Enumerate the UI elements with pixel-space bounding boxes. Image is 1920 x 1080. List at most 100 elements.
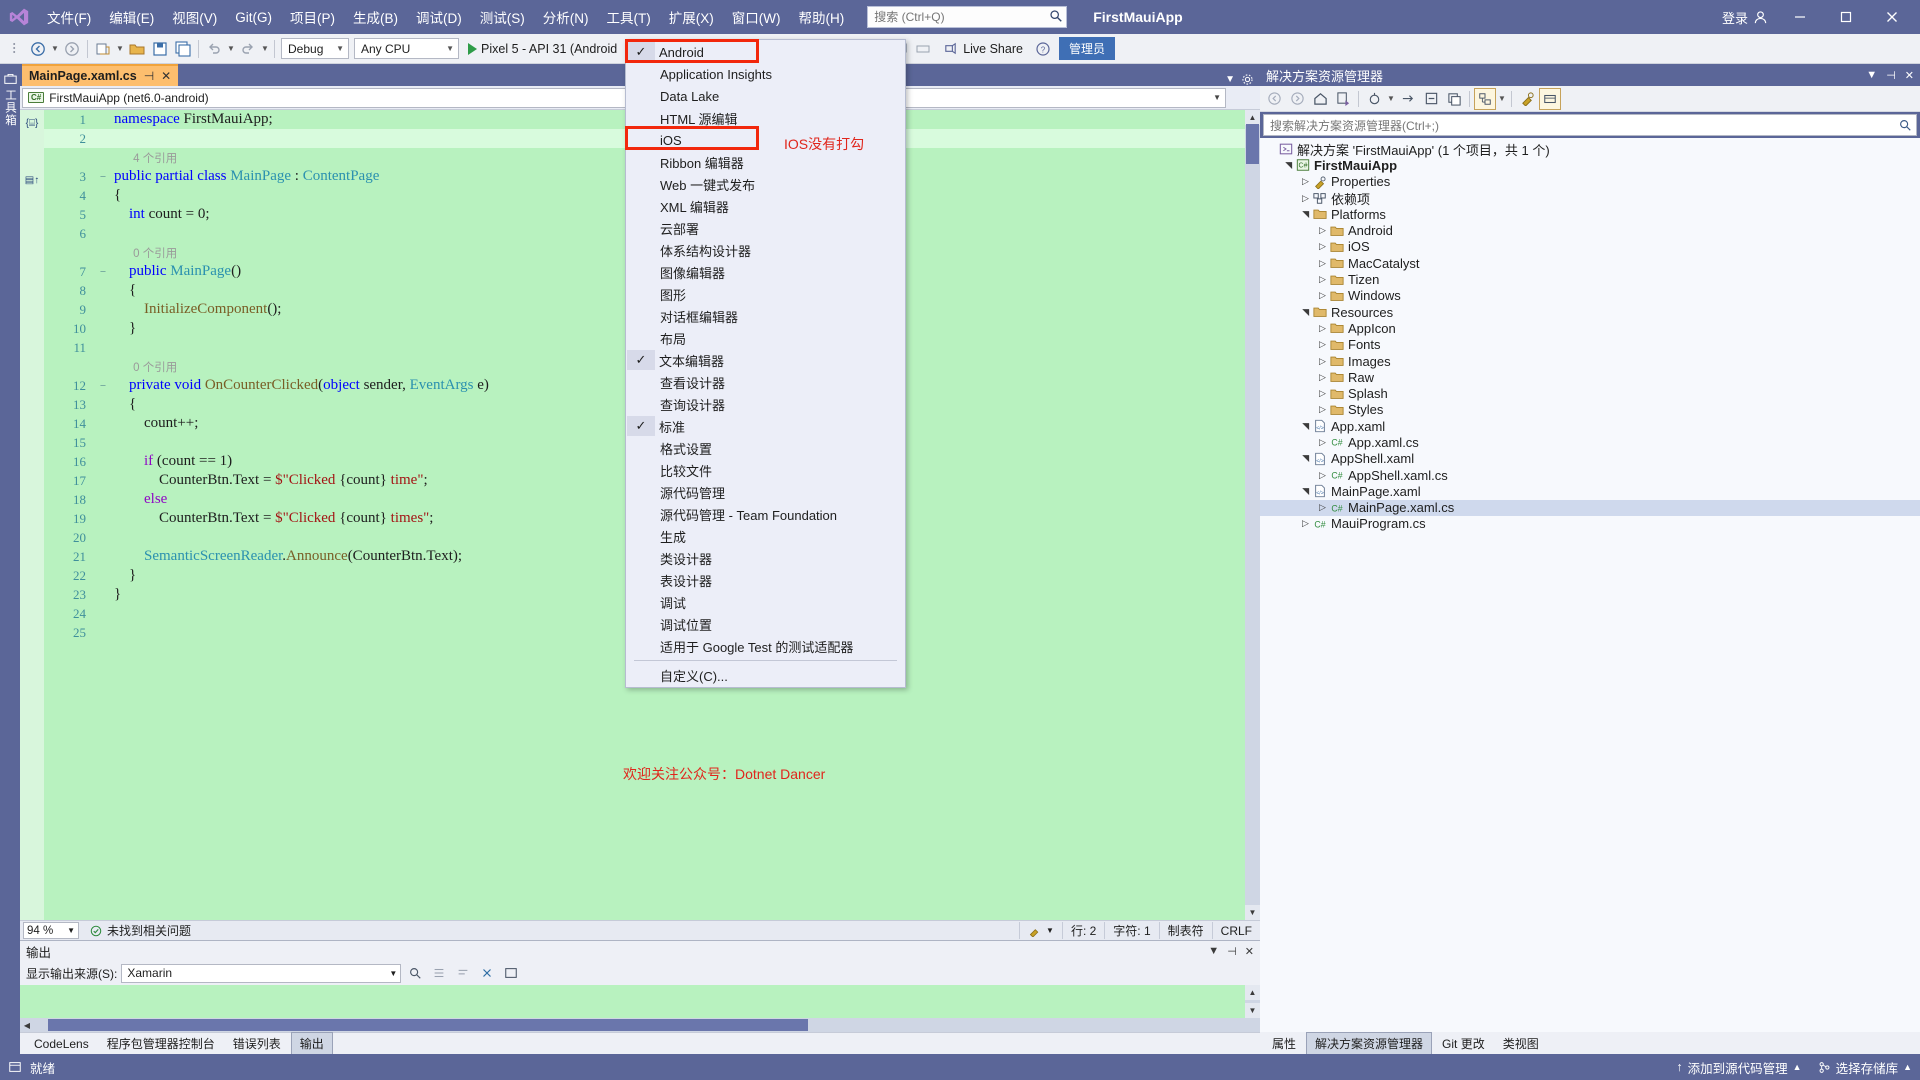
redo-icon[interactable] bbox=[237, 37, 259, 61]
show-output-icon[interactable] bbox=[501, 963, 521, 983]
close-icon[interactable]: ✕ bbox=[161, 69, 171, 83]
chevron-collapsed-icon[interactable]: ▷ bbox=[1317, 470, 1328, 481]
back-icon[interactable] bbox=[1263, 88, 1285, 110]
navigate-backward-icon[interactable] bbox=[27, 37, 49, 61]
menu-window[interactable]: 窗口(W) bbox=[723, 2, 790, 32]
menu-item-1[interactable]: ✓ Android bbox=[626, 41, 905, 63]
menu-item-7[interactable]: Web 一键式发布 bbox=[626, 173, 905, 195]
menu-item-6[interactable]: Ribbon 编辑器 bbox=[626, 151, 905, 173]
menu-build[interactable]: 生成(B) bbox=[344, 2, 407, 32]
menu-debug[interactable]: 调试(D) bbox=[407, 2, 471, 32]
properties-icon[interactable] bbox=[1516, 88, 1538, 110]
scroll-down-icon[interactable]: ▼ bbox=[1245, 905, 1260, 920]
menu-item-8[interactable]: XML 编辑器 bbox=[626, 195, 905, 217]
feedback-icon[interactable]: ? bbox=[1032, 37, 1054, 61]
pending-changes-icon[interactable] bbox=[1363, 88, 1385, 110]
chevron-collapsed-icon[interactable]: ▷ bbox=[1317, 437, 1328, 448]
chevron-expanded-icon[interactable]: ◢ bbox=[1300, 307, 1311, 318]
home-icon[interactable] bbox=[1309, 88, 1331, 110]
tree-item[interactable]: ▷ AppIcon bbox=[1260, 320, 1920, 336]
codelens-reference-count[interactable]: 4 个引用 bbox=[110, 150, 177, 166]
chevron-expanded-icon[interactable]: ◢ bbox=[1300, 453, 1311, 464]
tree-item[interactable]: ▷ Splash bbox=[1260, 385, 1920, 401]
menu-item-26[interactable]: 调试 bbox=[626, 591, 905, 613]
codelens-reference-count[interactable]: 0 个引用 bbox=[110, 359, 177, 375]
menu-help[interactable]: 帮助(H) bbox=[789, 2, 853, 32]
chevron-collapsed-icon[interactable]: ▷ bbox=[1317, 290, 1328, 301]
scrollbar-thumb[interactable] bbox=[1246, 124, 1259, 164]
tree-item[interactable]: ▷ Styles bbox=[1260, 402, 1920, 418]
tree-item[interactable]: ▷ MacCatalyst bbox=[1260, 255, 1920, 271]
toolbox-rail[interactable]: 工具箱 bbox=[0, 64, 20, 1054]
tree-item[interactable]: ◢ </> App.xaml bbox=[1260, 418, 1920, 434]
glyph-margin[interactable]: {⌸} ▤↑ bbox=[20, 110, 44, 920]
tree-item[interactable]: ◢ Resources bbox=[1260, 304, 1920, 320]
menu-git[interactable]: Git(G) bbox=[226, 5, 281, 30]
tab-mainpage-xaml-cs[interactable]: MainPage.xaml.cs ⊣ ✕ bbox=[22, 64, 179, 86]
pin-icon[interactable]: ⊣ bbox=[1227, 945, 1237, 958]
close-icon[interactable]: ✕ bbox=[1905, 69, 1914, 82]
tree-item[interactable]: ▷ Properties bbox=[1260, 174, 1920, 190]
output-vertical-scrollbar[interactable]: ▲ ▼ bbox=[1245, 985, 1260, 1018]
chevron-expanded-icon[interactable]: ◢ bbox=[1300, 486, 1311, 497]
chevron-expanded-icon[interactable]: ◢ bbox=[1283, 160, 1294, 171]
dock-tab-error-list[interactable]: 错误列表 bbox=[225, 1033, 289, 1054]
tree-item[interactable]: ▷ Tizen bbox=[1260, 271, 1920, 287]
chevron-down-icon[interactable]: ▼ bbox=[1386, 87, 1396, 111]
select-repository-button[interactable]: 选择存储库 ▲ bbox=[1818, 1058, 1912, 1077]
close-icon[interactable]: ✕ bbox=[1245, 945, 1254, 958]
scroll-left-icon[interactable]: ◀ bbox=[20, 1021, 34, 1030]
tree-item[interactable]: ▷ Fonts bbox=[1260, 337, 1920, 353]
live-share-button[interactable]: Live Share bbox=[935, 41, 1031, 56]
scrollbar-thumb[interactable] bbox=[48, 1019, 808, 1031]
start-debug-button[interactable]: Pixel 5 - API 31 (Android bbox=[462, 42, 623, 56]
dock-tab-codelens[interactable]: CodeLens bbox=[26, 1035, 97, 1053]
sync-with-active-document-icon[interactable] bbox=[1332, 88, 1354, 110]
refresh-icon[interactable] bbox=[1397, 88, 1419, 110]
menu-item-25[interactable]: 表设计器 bbox=[626, 569, 905, 591]
menu-item-4[interactable]: HTML 源编辑 bbox=[626, 107, 905, 129]
codelens-reference-count[interactable]: 0 个引用 bbox=[110, 245, 177, 261]
forward-icon[interactable] bbox=[1286, 88, 1308, 110]
global-search[interactable] bbox=[867, 6, 1068, 28]
show-all-files-icon[interactable] bbox=[1474, 87, 1496, 110]
menu-item-12[interactable]: 图形 bbox=[626, 283, 905, 305]
maximize-button[interactable] bbox=[1824, 1, 1868, 33]
menu-item-3[interactable]: Data Lake bbox=[626, 85, 905, 107]
chevron-collapsed-icon[interactable]: ▷ bbox=[1300, 193, 1311, 204]
panel-tab-properties[interactable]: 属性 bbox=[1264, 1033, 1304, 1054]
menu-item-18[interactable]: ✓ 标准 bbox=[626, 415, 905, 437]
issues-indicator[interactable]: 未找到相关问题 bbox=[82, 922, 199, 939]
chevron-expanded-icon[interactable]: ◢ bbox=[1300, 209, 1311, 220]
chevron-collapsed-icon[interactable]: ▷ bbox=[1317, 323, 1328, 334]
menu-view[interactable]: 视图(V) bbox=[163, 2, 226, 32]
tree-item[interactable]: ▷ C# AppShell.xaml.cs bbox=[1260, 467, 1920, 483]
chevron-down-icon[interactable]: ▼ bbox=[1225, 74, 1235, 85]
fold-toggle-icon[interactable]: − bbox=[96, 171, 110, 183]
menu-item-16[interactable]: 查看设计器 bbox=[626, 371, 905, 393]
fold-toggle-icon[interactable]: − bbox=[96, 266, 110, 278]
menu-item-17[interactable]: 查询设计器 bbox=[626, 393, 905, 415]
navigate-forward-icon[interactable] bbox=[61, 37, 83, 61]
scroll-up-icon[interactable]: ▲ bbox=[1245, 110, 1260, 125]
output-horizontal-scrollbar[interactable]: ◀ bbox=[20, 1018, 1260, 1032]
menu-item-9[interactable]: 云部署 bbox=[626, 217, 905, 239]
zoom-selector[interactable]: 94 % ▼ bbox=[23, 922, 79, 939]
new-project-icon[interactable] bbox=[92, 37, 114, 61]
pin-icon[interactable]: ⊣ bbox=[1886, 69, 1896, 82]
chevron-collapsed-icon[interactable]: ▷ bbox=[1317, 404, 1328, 415]
scroll-up-icon[interactable]: ▲ bbox=[1245, 985, 1260, 1000]
dock-tab-output[interactable]: 输出 bbox=[290, 1032, 333, 1055]
open-file-icon[interactable] bbox=[126, 37, 148, 61]
tree-item[interactable]: ▷ 依赖项 bbox=[1260, 190, 1920, 207]
pin-icon[interactable]: ⊣ bbox=[144, 69, 154, 83]
chevron-collapsed-icon[interactable]: ▷ bbox=[1317, 225, 1328, 236]
chevron-collapsed-icon[interactable]: ▷ bbox=[1317, 274, 1328, 285]
fold-toggle-icon[interactable]: − bbox=[96, 380, 110, 392]
menu-item-11[interactable]: 图像编辑器 bbox=[626, 261, 905, 283]
chevron-collapsed-icon[interactable]: ▷ bbox=[1317, 356, 1328, 367]
collapse-all-icon[interactable] bbox=[1420, 88, 1442, 110]
menu-item-2[interactable]: Application Insights bbox=[626, 63, 905, 85]
undo-icon[interactable] bbox=[203, 37, 225, 61]
menu-item-15[interactable]: ✓ 文本编辑器 bbox=[626, 349, 905, 371]
